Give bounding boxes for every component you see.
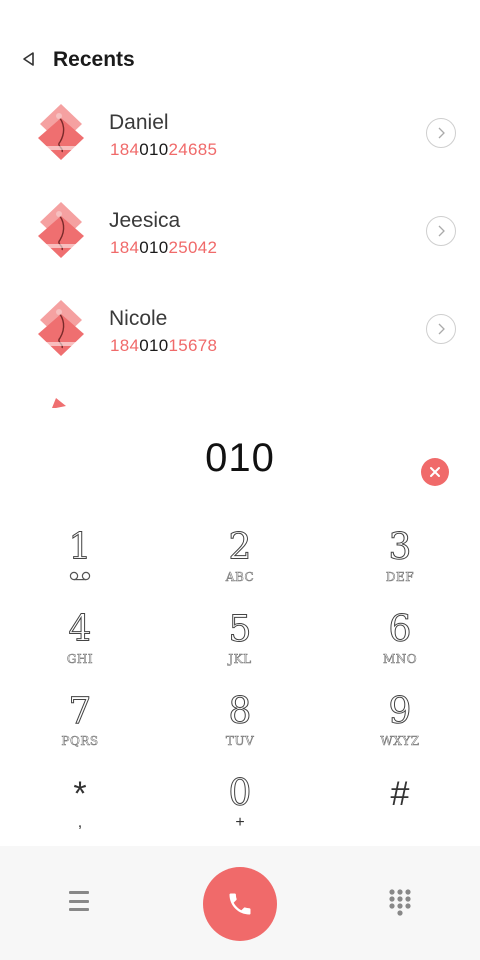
chevron-right-icon bbox=[438, 127, 445, 139]
key-digit: 0 bbox=[228, 773, 252, 814]
contact-detail-button[interactable] bbox=[426, 216, 456, 246]
phone-icon bbox=[229, 893, 251, 915]
menu-icon bbox=[69, 891, 89, 894]
chevron-right-icon bbox=[438, 225, 445, 237]
bottom-action-bar bbox=[0, 846, 480, 960]
key-digit: 9 bbox=[388, 691, 412, 732]
key-letters: TUV bbox=[225, 734, 255, 749]
menu-button[interactable] bbox=[62, 886, 96, 916]
avatar bbox=[38, 104, 84, 160]
key-letters: DEF bbox=[385, 570, 415, 585]
key-letters: MNO bbox=[382, 652, 418, 667]
key-letters: WXYZ bbox=[380, 734, 420, 749]
page-title: Recents bbox=[53, 48, 135, 71]
key-9[interactable]: 9 WXYZ bbox=[340, 691, 460, 770]
key-letters: PQRS bbox=[61, 734, 99, 749]
contact-number: 18401015678 bbox=[110, 336, 218, 355]
key-digit: 2 bbox=[228, 527, 252, 568]
header: Recents bbox=[0, 36, 480, 84]
key-letters: + bbox=[235, 814, 245, 831]
contact-name: Jeesica bbox=[109, 209, 181, 232]
back-triangle-icon bbox=[23, 52, 34, 66]
key-digit: 6 bbox=[388, 609, 412, 650]
key-letters: ABC bbox=[225, 570, 255, 585]
key-digit: 3 bbox=[388, 527, 412, 568]
key-digit: 5 bbox=[228, 609, 252, 650]
list-item[interactable]: Daniel 18401024685 bbox=[0, 92, 480, 190]
contact-detail-button[interactable] bbox=[426, 314, 456, 344]
contact-number: 18401024685 bbox=[110, 140, 218, 159]
key-digit: # bbox=[390, 775, 410, 813]
key-1[interactable]: 1 bbox=[20, 527, 140, 606]
dial-keypad: 1 2 ABC 3 DEF 4 GHI 5 JKL 6 MNO 7 PQRS 8… bbox=[0, 524, 480, 844]
back-button[interactable] bbox=[14, 44, 44, 74]
key-3[interactable]: 3 DEF bbox=[340, 527, 460, 606]
key-letters: GHI bbox=[66, 652, 94, 667]
contact-number: 18401025042 bbox=[110, 238, 218, 257]
delete-button[interactable] bbox=[421, 458, 449, 486]
key-digit: 4 bbox=[68, 609, 92, 650]
key-0[interactable]: 0 + bbox=[180, 773, 300, 852]
voicemail-icon bbox=[69, 571, 91, 581]
key-star[interactable]: * , bbox=[20, 774, 140, 852]
key-digit: 8 bbox=[228, 691, 252, 732]
key-digit: 7 bbox=[68, 691, 92, 732]
recent-calls-list[interactable]: Daniel 18401024685 Jeesica 18401025042 N… bbox=[0, 92, 480, 408]
key-letters: , bbox=[77, 814, 83, 831]
avatar bbox=[38, 202, 84, 258]
key-5[interactable]: 5 JKL bbox=[180, 609, 300, 688]
key-digit: 1 bbox=[68, 527, 92, 568]
call-button[interactable] bbox=[203, 867, 277, 941]
avatar bbox=[38, 300, 84, 356]
chevron-right-icon bbox=[438, 323, 445, 335]
contact-name: Daniel bbox=[109, 111, 169, 134]
list-item[interactable]: Jeesica 18401025042 bbox=[0, 190, 480, 288]
list-item[interactable]: Nicole 18401015678 bbox=[0, 288, 480, 386]
key-6[interactable]: 6 MNO bbox=[340, 609, 460, 688]
dialed-number-display: 010 bbox=[205, 436, 275, 480]
key-7[interactable]: 7 PQRS bbox=[20, 691, 140, 770]
key-8[interactable]: 8 TUV bbox=[180, 691, 300, 770]
contact-name: Nicole bbox=[109, 307, 168, 330]
key-letters: JKL bbox=[228, 652, 252, 667]
key-hash[interactable]: # bbox=[340, 774, 460, 852]
avatar-partial bbox=[52, 398, 66, 408]
contact-detail-button[interactable] bbox=[426, 118, 456, 148]
key-digit: * bbox=[73, 775, 87, 813]
close-icon bbox=[430, 467, 440, 477]
key-2[interactable]: 2 ABC bbox=[180, 527, 300, 606]
dialpad-icon[interactable] bbox=[382, 884, 418, 920]
key-4[interactable]: 4 GHI bbox=[20, 609, 140, 688]
